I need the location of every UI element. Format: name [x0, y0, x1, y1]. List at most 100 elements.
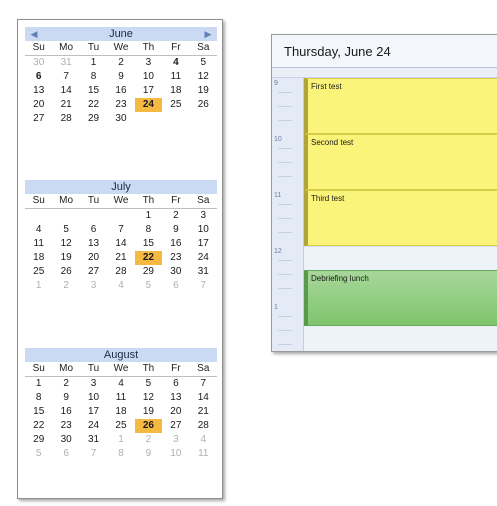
day-cell[interactable]: 21: [52, 98, 79, 112]
day-cell[interactable]: 31: [190, 265, 217, 279]
next-month-arrow-icon[interactable]: ▶: [201, 27, 215, 41]
appointment[interactable]: First test: [304, 78, 497, 134]
day-cell[interactable]: 30: [107, 112, 134, 126]
day-cell[interactable]: 24: [80, 419, 107, 433]
day-cell[interactable]: 1: [25, 377, 52, 391]
day-cell[interactable]: 28: [107, 265, 134, 279]
day-cell[interactable]: 17: [190, 237, 217, 251]
day-cell[interactable]: 23: [162, 251, 189, 265]
day-cell[interactable]: 7: [190, 279, 217, 293]
day-cell[interactable]: 20: [25, 98, 52, 112]
day-cell[interactable]: 1: [25, 279, 52, 293]
day-cell[interactable]: 2: [135, 433, 162, 447]
day-cell[interactable]: 10: [80, 391, 107, 405]
day-cell[interactable]: 24: [190, 251, 217, 265]
all-day-strip[interactable]: [272, 68, 497, 78]
day-cell[interactable]: 9: [135, 447, 162, 461]
day-cell[interactable]: 5: [52, 223, 79, 237]
day-cell[interactable]: 13: [80, 237, 107, 251]
day-cell[interactable]: 27: [80, 265, 107, 279]
day-cell[interactable]: 12: [135, 391, 162, 405]
day-cell[interactable]: 7: [107, 223, 134, 237]
day-cell[interactable]: 14: [107, 237, 134, 251]
day-cell[interactable]: 7: [52, 70, 79, 84]
day-cell[interactable]: 9: [52, 391, 79, 405]
day-cell[interactable]: 23: [52, 419, 79, 433]
day-cell[interactable]: 20: [80, 251, 107, 265]
day-cell[interactable]: 27: [25, 112, 52, 126]
day-cell[interactable]: 25: [162, 98, 189, 112]
day-cell[interactable]: 21: [190, 405, 217, 419]
day-cell[interactable]: 15: [80, 84, 107, 98]
day-cell[interactable]: 9: [107, 70, 134, 84]
day-cell[interactable]: 30: [162, 265, 189, 279]
day-cell[interactable]: 2: [162, 209, 189, 223]
day-cell[interactable]: 22: [25, 419, 52, 433]
day-cell[interactable]: 5: [25, 447, 52, 461]
day-cell[interactable]: 19: [135, 405, 162, 419]
prev-month-arrow-icon[interactable]: ◀: [27, 27, 41, 41]
day-cell[interactable]: 4: [190, 433, 217, 447]
day-cell[interactable]: 30: [25, 56, 52, 70]
day-cell[interactable]: 4: [25, 223, 52, 237]
day-cell[interactable]: 2: [52, 377, 79, 391]
day-cell[interactable]: 28: [190, 419, 217, 433]
day-cell[interactable]: 13: [162, 391, 189, 405]
day-cell[interactable]: 6: [162, 377, 189, 391]
appointment[interactable]: Second test: [304, 134, 497, 190]
day-cell[interactable]: 13: [25, 84, 52, 98]
day-cell[interactable]: 12: [52, 237, 79, 251]
day-cell[interactable]: 18: [107, 405, 134, 419]
day-cell[interactable]: 8: [135, 223, 162, 237]
day-cell[interactable]: 11: [162, 70, 189, 84]
day-grid[interactable]: First test Second test Third test Debriefin…: [304, 78, 497, 351]
day-cell[interactable]: 3: [135, 56, 162, 70]
day-cell[interactable]: 8: [25, 391, 52, 405]
day-cell[interactable]: 7: [190, 377, 217, 391]
day-cell[interactable]: 6: [162, 279, 189, 293]
day-cell[interactable]: 7: [80, 447, 107, 461]
day-cell[interactable]: 10: [162, 447, 189, 461]
day-cell[interactable]: 20: [162, 405, 189, 419]
appointment[interactable]: Third test: [304, 190, 497, 246]
day-cell[interactable]: 31: [52, 56, 79, 70]
day-cell[interactable]: 17: [135, 84, 162, 98]
day-cell[interactable]: 2: [107, 56, 134, 70]
day-cell[interactable]: 4: [107, 279, 134, 293]
day-cell[interactable]: 10: [190, 223, 217, 237]
day-cell[interactable]: 11: [25, 237, 52, 251]
day-cell[interactable]: 25: [25, 265, 52, 279]
day-cell[interactable]: 3: [162, 433, 189, 447]
day-cell[interactable]: 8: [107, 447, 134, 461]
day-cell[interactable]: 12: [190, 70, 217, 84]
day-cell[interactable]: 29: [80, 112, 107, 126]
day-cell[interactable]: 11: [190, 447, 217, 461]
day-cell[interactable]: 5: [190, 56, 217, 70]
day-cell[interactable]: 6: [80, 223, 107, 237]
day-cell[interactable]: 25: [107, 419, 134, 433]
day-cell[interactable]: 28: [52, 112, 79, 126]
selected-day[interactable]: 24: [134, 98, 163, 112]
day-cell[interactable]: 14: [52, 84, 79, 98]
day-cell[interactable]: 27: [162, 419, 189, 433]
day-cell[interactable]: 26: [190, 98, 217, 112]
day-cell[interactable]: 5: [135, 279, 162, 293]
day-cell[interactable]: 4: [107, 377, 134, 391]
day-cell[interactable]: 18: [162, 84, 189, 98]
day-cell[interactable]: 8: [80, 70, 107, 84]
day-cell[interactable]: 3: [80, 279, 107, 293]
day-cell[interactable]: 26: [52, 265, 79, 279]
day-cell[interactable]: 31: [80, 433, 107, 447]
day-cell[interactable]: 3: [190, 209, 217, 223]
day-cell[interactable]: 2: [52, 279, 79, 293]
day-cell[interactable]: 22: [80, 98, 107, 112]
day-cell[interactable]: 19: [52, 251, 79, 265]
day-cell[interactable]: 6: [25, 70, 52, 84]
day-cell[interactable]: 21: [107, 251, 134, 265]
day-cell[interactable]: 10: [135, 70, 162, 84]
day-cell[interactable]: 14: [190, 391, 217, 405]
selected-day[interactable]: 22: [134, 251, 163, 265]
day-cell[interactable]: 15: [25, 405, 52, 419]
day-cell[interactable]: 11: [107, 391, 134, 405]
day-cell[interactable]: 18: [25, 251, 52, 265]
